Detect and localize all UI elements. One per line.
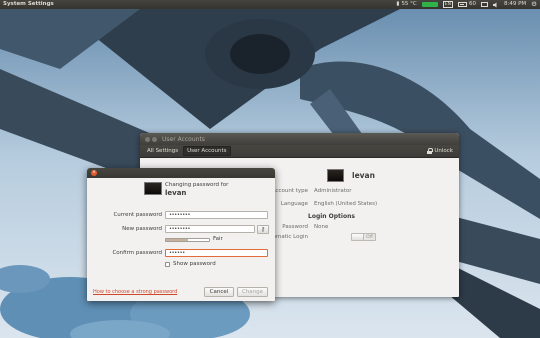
minimize-icon[interactable] <box>152 136 157 142</box>
show-password-checkbox[interactable] <box>165 262 170 267</box>
change-button[interactable]: Change <box>237 287 268 297</box>
temperature-indicator[interactable]: ▮ 55 °C <box>396 0 416 9</box>
confirm-password-label: Confirm password <box>112 250 162 256</box>
key-icon: ⚷ <box>260 226 266 233</box>
change-password-dialog: × Changing password for levan Current pa… <box>87 168 275 301</box>
volume-icon[interactable] <box>493 2 499 8</box>
unlock-label: Unlock <box>434 148 453 154</box>
close-icon[interactable] <box>145 136 150 142</box>
window-toolbar: All Settings User Accounts Unlock <box>140 145 459 158</box>
battery-indicator[interactable]: 60 <box>458 0 476 9</box>
temperature-value: 55 °C <box>401 1 417 7</box>
current-password-label: Current password <box>113 212 162 218</box>
clock[interactable]: 8:49 PM <box>504 0 526 9</box>
toggle-knob <box>352 234 364 240</box>
new-password-field[interactable]: •••••••• <box>165 225 255 233</box>
current-password-field[interactable]: •••••••• <box>165 211 268 219</box>
cancel-button[interactable]: Cancel <box>204 287 234 297</box>
automatic-login-toggle[interactable]: Off <box>351 233 376 241</box>
mail-icon[interactable] <box>481 2 488 7</box>
window-titlebar[interactable]: User Accounts <box>140 133 459 145</box>
show-password-label[interactable]: Show password <box>173 261 216 267</box>
account-type-value[interactable]: Administrator <box>314 188 352 194</box>
keyboard-layout-indicator[interactable]: EN <box>442 1 453 8</box>
user-name: levan <box>352 171 375 180</box>
battery-percent: 60 <box>469 1 476 7</box>
active-app-title: System Settings <box>3 1 54 7</box>
strong-password-help-link[interactable]: How to choose a strong password <box>93 289 177 295</box>
password-strength-bar <box>165 238 210 242</box>
close-icon[interactable]: × <box>91 170 97 176</box>
window-title: User Accounts <box>162 135 205 143</box>
confirm-password-field[interactable]: •••••• <box>165 249 268 257</box>
unlock-button[interactable]: Unlock <box>427 148 453 154</box>
dialog-heading: Changing password for <box>165 182 229 188</box>
user-accounts-crumb[interactable]: User Accounts <box>183 146 231 156</box>
top-panel: System Settings ▮ 55 °C EN 60 8:49 PM ⚙ <box>0 0 540 9</box>
battery-icon <box>458 2 467 7</box>
dialog-username: levan <box>165 189 187 197</box>
all-settings-button[interactable]: All Settings <box>144 147 181 155</box>
language-value[interactable]: English (United States) <box>314 201 377 207</box>
avatar[interactable] <box>327 169 344 182</box>
new-password-label: New password <box>122 226 162 232</box>
thermometer-icon: ▮ <box>396 1 400 7</box>
generate-password-button[interactable]: ⚷ <box>257 225 269 234</box>
lock-icon <box>427 148 434 154</box>
strength-fill <box>166 239 188 241</box>
dialog-avatar <box>144 182 162 195</box>
login-options-heading: Login Options <box>308 213 355 220</box>
password-strength-text: Fair <box>213 236 223 242</box>
password-value[interactable]: None <box>314 224 328 230</box>
gear-icon[interactable]: ⚙ <box>531 0 537 9</box>
dialog-titlebar[interactable]: × <box>87 168 275 178</box>
indicator-area: ▮ 55 °C EN 60 8:49 PM ⚙ <box>396 0 537 9</box>
toggle-state: Off <box>366 235 373 240</box>
system-monitor-indicator[interactable] <box>421 2 438 7</box>
